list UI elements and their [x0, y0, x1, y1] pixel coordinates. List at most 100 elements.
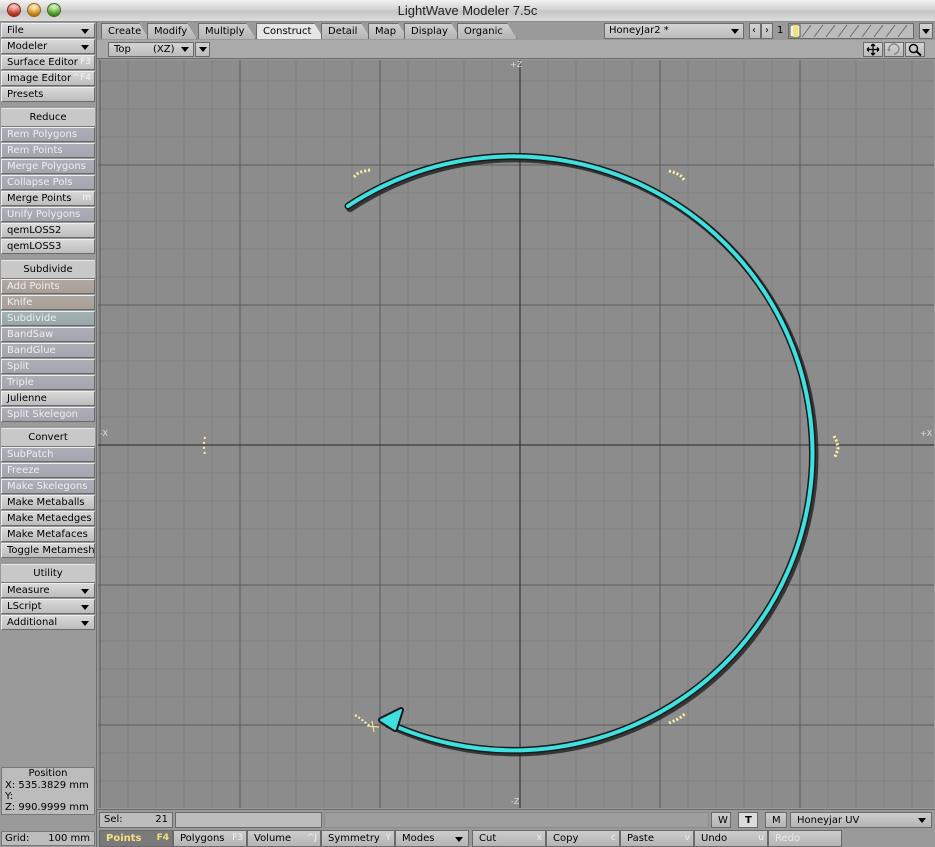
rem-polygons-button[interactable]: Rem Polygons	[1, 127, 95, 142]
volume-mode-button[interactable]: Volume ^J	[247, 830, 321, 847]
add-points-button[interactable]: Add Points	[1, 279, 95, 294]
next-object-button[interactable]: ›	[761, 23, 773, 39]
prev-object-button[interactable]: ‹	[749, 23, 761, 39]
chevron-right-icon: ›	[765, 25, 769, 36]
chevron-left-icon: ‹	[752, 25, 756, 36]
merge-points-button[interactable]: Merge Points m	[1, 191, 95, 206]
toggle-metamesh-button[interactable]: Toggle Metamesh	[1, 543, 95, 558]
make-metaedges-button[interactable]: Make Metaedges	[1, 511, 95, 526]
lscript-menu[interactable]: LScript	[1, 599, 95, 614]
copy-button[interactable]: Copy c	[546, 830, 620, 847]
points-mode-label: Points	[106, 833, 142, 844]
image-editor-button[interactable]: Image Editor ^F4	[1, 71, 95, 86]
merge-polygons-button[interactable]: Merge Polygons	[1, 159, 95, 174]
status-area	[324, 812, 709, 828]
tab-construct[interactable]: Construct	[256, 23, 324, 39]
weight-map-button[interactable]: W	[711, 812, 731, 828]
shortcut-key: F3	[80, 57, 91, 67]
tab-organic[interactable]: Organic	[457, 23, 517, 39]
surface-editor-label: Surface Editor	[7, 57, 78, 68]
additional-menu[interactable]: Additional	[1, 615, 95, 630]
view-type-select[interactable]: Top (XZ)	[108, 42, 194, 57]
modes-menu[interactable]: Modes	[395, 830, 469, 847]
selection-label: Sel:	[104, 814, 123, 825]
measure-label: Measure	[7, 585, 50, 596]
qemloss3-button[interactable]: qemLOSS3	[1, 239, 95, 254]
subdivide-button[interactable]: Subdivide	[1, 311, 95, 326]
shortcut-key: F4	[156, 833, 169, 843]
polygons-mode-label: Polygons	[180, 833, 225, 844]
tab-multiply[interactable]: Multiply	[198, 23, 256, 39]
layer-number: 1	[777, 25, 784, 36]
view-axes-label: (XZ)	[153, 44, 175, 55]
measure-menu[interactable]: Measure	[1, 583, 95, 598]
surface-editor-button[interactable]: Surface Editor F3	[1, 55, 95, 70]
move-view-button[interactable]	[863, 42, 883, 57]
viewport-canvas[interactable]: +Z -Z -X +X	[98, 60, 934, 808]
viewport-options-button[interactable]	[195, 42, 210, 57]
bandsaw-button[interactable]: BandSaw	[1, 327, 95, 342]
point-cluster	[203, 436, 206, 457]
minus-z-label: -Z	[511, 797, 520, 806]
qemloss2-button[interactable]: qemLOSS2	[1, 223, 95, 238]
tab-modify[interactable]: Modify	[147, 23, 197, 39]
collapse-pols-button[interactable]: Collapse Pols	[1, 175, 95, 190]
triple-button[interactable]: Triple	[1, 375, 95, 390]
tab-create[interactable]: Create	[101, 23, 149, 39]
top-viewport[interactable]: +Z -Z -X +X	[98, 60, 934, 808]
info-bar: Sel: 21 W T M Honeyjar UV	[97, 809, 935, 829]
left-toolbar: File Modeler Surface Editor F3 Image Edit…	[0, 22, 97, 847]
object-select[interactable]: HoneyJar2 *	[604, 23, 744, 39]
zoom-view-button[interactable]	[905, 42, 925, 57]
knife-button[interactable]: Knife	[1, 295, 95, 310]
tab-detail[interactable]: Detail	[321, 23, 371, 39]
paste-button[interactable]: Paste v	[620, 830, 694, 847]
make-metafaces-button[interactable]: Make Metafaces	[1, 527, 95, 542]
additional-label: Additional	[7, 617, 58, 628]
make-metaballs-button[interactable]: Make Metaballs	[1, 495, 95, 510]
bandglue-button[interactable]: BandGlue	[1, 343, 95, 358]
window-title: LightWave Modeler 7.5c	[397, 3, 538, 18]
texture-map-button[interactable]: T	[738, 812, 758, 828]
subdivide-header: Subdivide	[1, 260, 95, 279]
position-readout: Position X: 535.3829 mm Y: Z: 990.9999 m…	[1, 767, 95, 815]
unify-polygons-button[interactable]: Unify Polygons	[1, 207, 95, 222]
julienne-button[interactable]: Julienne	[1, 391, 95, 406]
move-icon	[866, 43, 880, 56]
rem-points-button[interactable]: Rem Points	[1, 143, 95, 158]
morph-map-button[interactable]: M	[765, 812, 787, 828]
chevron-down-icon	[81, 29, 89, 34]
point-cluster	[352, 168, 371, 179]
polygons-mode-button[interactable]: Polygons F3	[173, 830, 247, 847]
file-menu-label: File	[7, 25, 24, 36]
presets-button[interactable]: Presets	[1, 87, 95, 102]
plus-x-label: +X	[920, 429, 933, 438]
undo-button[interactable]: Undo u	[694, 830, 768, 847]
file-menu[interactable]: File	[1, 23, 95, 38]
grid-readout: Grid: 100 mm	[1, 831, 95, 846]
freeze-button[interactable]: Freeze	[1, 463, 95, 478]
modeler-menu[interactable]: Modeler	[1, 39, 95, 54]
shortcut-key: v	[684, 833, 690, 843]
subpatch-button[interactable]: SubPatch	[1, 447, 95, 462]
image-editor-label: Image Editor	[7, 73, 72, 84]
layer-menu-button[interactable]	[919, 23, 933, 39]
minus-x-label: -X	[100, 429, 108, 438]
redo-button[interactable]: Redo	[768, 830, 842, 847]
undo-label: Undo	[701, 833, 728, 844]
tab-display[interactable]: Display	[404, 23, 461, 39]
chevron-down-icon	[922, 29, 930, 34]
cut-button[interactable]: Cut x	[472, 830, 546, 847]
make-skelegons-button[interactable]: Make Skelegons	[1, 479, 95, 494]
symmetry-toggle[interactable]: Symmetry Y	[321, 830, 395, 847]
position-x: X: 535.3829 mm	[5, 780, 89, 791]
tab-map[interactable]: Map	[368, 23, 408, 39]
split-button[interactable]: Split	[1, 359, 95, 374]
rotate-view-button[interactable]	[884, 42, 904, 57]
info-field	[175, 812, 322, 828]
layer-bank[interactable]	[788, 23, 914, 39]
points-mode-button[interactable]: Points F4	[99, 830, 173, 847]
volume-mode-label: Volume	[254, 833, 292, 844]
uv-map-select[interactable]: Honeyjar UV	[790, 812, 932, 828]
split-skelegon-button[interactable]: Split Skelegon	[1, 407, 95, 422]
